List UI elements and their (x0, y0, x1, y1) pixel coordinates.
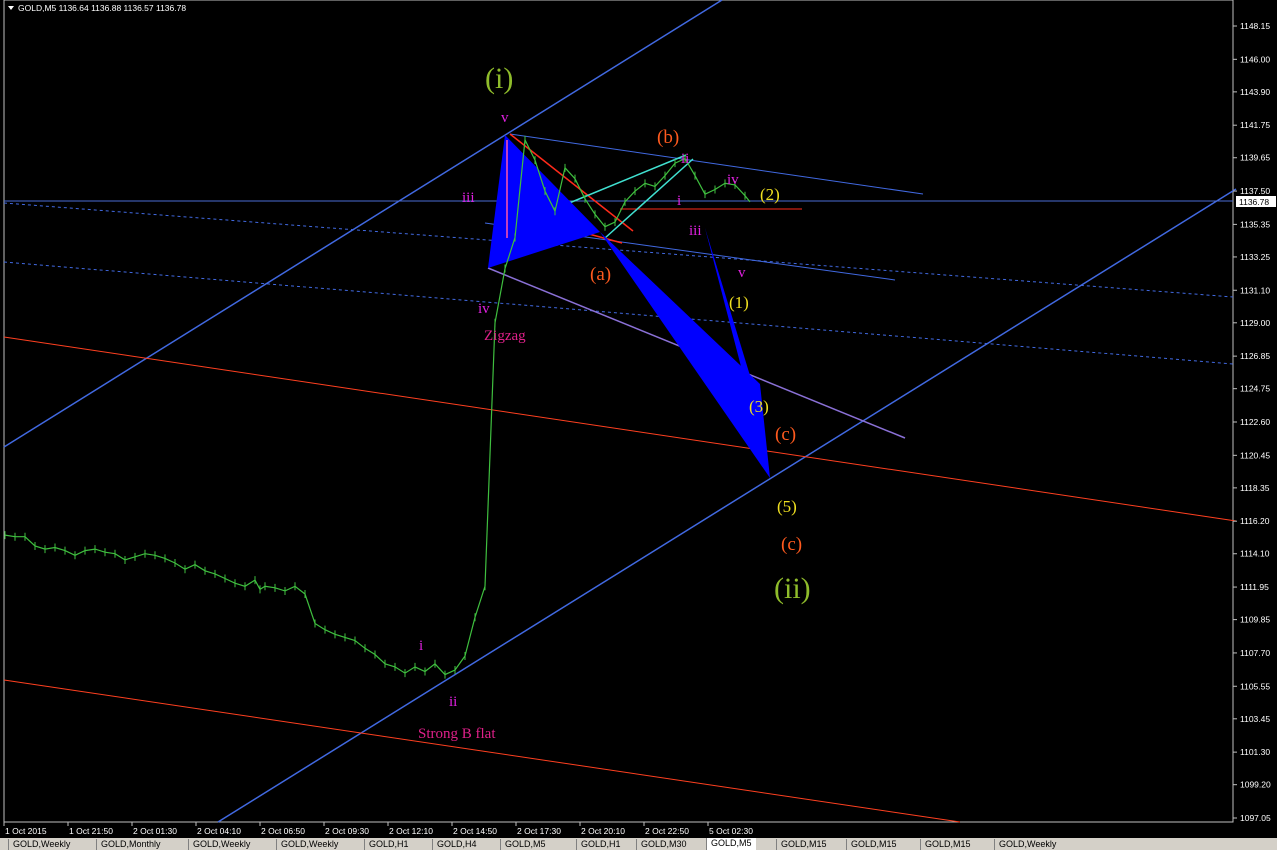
price-tick-label: 1122.60 (1240, 417, 1270, 427)
wave-label-i-major: (i) (485, 62, 513, 95)
price-tick-label: 1120.45 (1240, 450, 1270, 460)
price-tick-label: 1131.10 (1240, 285, 1270, 295)
wave-label-a: (a) (590, 264, 611, 285)
time-tick-label: 2 Oct 04:10 (197, 826, 241, 836)
price-tick-label: 1097.05 (1240, 813, 1271, 823)
price-tick-label: 1109.85 (1240, 615, 1270, 625)
chart-tab[interactable]: GOLD,M15 (776, 839, 831, 850)
price-tick-label: 1141.75 (1240, 120, 1270, 130)
chart-tab[interactable]: GOLD,Weekly (276, 839, 342, 850)
price-tick-label: 1124.75 (1240, 384, 1270, 394)
price-tick-label: 1103.45 (1240, 714, 1270, 724)
chart-tab[interactable]: GOLD,Weekly (8, 839, 74, 850)
price-tick-label: 1148.15 (1240, 21, 1270, 31)
chart-tabs: GOLD,Weekly GOLD,Monthly GOLD,Weekly GOLD,W… (0, 838, 1277, 850)
wave-label-b: (b) (657, 127, 679, 148)
price-tick-label: 1105.55 (1240, 681, 1270, 691)
time-tick-label: 2 Oct 09:30 (325, 826, 369, 836)
price-tick-label: 1099.20 (1240, 780, 1271, 790)
chart-tab[interactable]: GOLD,H4 (432, 839, 481, 850)
label-zigzag: Zigzag (484, 328, 526, 344)
chart-tab[interactable]: GOLD,M15 (920, 839, 975, 850)
label-strong-b-flat: Strong B flat (418, 726, 496, 742)
chart-tab[interactable]: GOLD,H1 (364, 839, 413, 850)
wave-label-c-upper: (c) (775, 424, 796, 445)
chart-tab[interactable]: GOLD,H1 (576, 839, 625, 850)
wave-label-2: (2) (760, 185, 780, 204)
price-tick-label: 1143.90 (1240, 87, 1270, 97)
time-tick-label: 1 Oct 2015 (5, 826, 47, 836)
chart-tab[interactable]: GOLD,M5 (500, 839, 550, 850)
price-tick-label: 1114.10 (1240, 549, 1270, 559)
wave-label-c-lower: (c) (781, 534, 802, 555)
price-tick-label: 1135.35 (1240, 219, 1270, 229)
symbol-header: GOLD,M5 1136.64 1136.88 1136.57 1136.78 (18, 3, 186, 13)
chart-tab[interactable]: GOLD,Weekly (188, 839, 254, 850)
time-tick-label: 2 Oct 17:30 (517, 826, 561, 836)
wave-label-v: v (501, 110, 509, 126)
price-chart[interactable]: 1148.15 1146.00 1143.90 1141.75 1139.65 1137.… (0, 0, 1277, 850)
time-tick-label: 2 Oct 14:50 (453, 826, 497, 836)
wave-label-v-small: v (738, 265, 746, 281)
wave-label-i-bottom: i (419, 638, 423, 654)
time-tick-label: 5 Oct 02:30 (709, 826, 753, 836)
chart-tab[interactable]: GOLD,Weekly (994, 839, 1060, 850)
price-tick-label: 1146.00 (1240, 54, 1270, 64)
wave-label-iv-small: iv (727, 172, 739, 188)
chart-tab[interactable]: GOLD,Monthly (96, 839, 165, 850)
chart-tab[interactable]: GOLD,M15 (846, 839, 901, 850)
time-tick-label: 2 Oct 20:10 (581, 826, 625, 836)
wave-label-ii-major: (ii) (774, 572, 811, 605)
chart-tab[interactable]: GOLD,M5 (706, 838, 756, 850)
price-tick-label: 1129.00 (1240, 318, 1270, 328)
time-tick-label: 2 Oct 01:30 (133, 826, 177, 836)
price-tick-label: 1137.50 (1240, 186, 1270, 196)
time-tick-label: 2 Oct 22:50 (645, 826, 689, 836)
wave-label-iii-small: iii (689, 223, 702, 239)
wave-label-iv: iv (478, 301, 490, 317)
price-tick-label: 1118.35 (1240, 483, 1270, 493)
wave-label-ii-small: ii (681, 151, 689, 167)
time-tick-label: 2 Oct 06:50 (261, 826, 305, 836)
price-tick-label: 1116.20 (1240, 516, 1270, 526)
price-tick-label: 1101.30 (1240, 747, 1270, 757)
price-tick-label: 1139.65 (1240, 153, 1270, 163)
chart-tab[interactable]: GOLD,M30 (636, 839, 691, 850)
time-tick-label: 1 Oct 21:50 (69, 826, 113, 836)
price-tick-label: 1107.70 (1240, 648, 1270, 658)
wave-label-3: (3) (749, 397, 769, 416)
wave-label-ii-bottom: ii (449, 694, 457, 710)
wave-label-i-small: i (677, 193, 681, 209)
wave-label-iii: iii (462, 190, 475, 206)
wave-label-1: (1) (729, 293, 749, 312)
price-tick-label: 1133.25 (1240, 252, 1270, 262)
price-tick-label: 1126.85 (1240, 351, 1270, 361)
time-tick-label: 2 Oct 12:10 (389, 826, 433, 836)
wave-label-5: (5) (777, 497, 797, 516)
current-price-label: 1136.78 (1239, 197, 1269, 207)
price-tick-label: 1111.95 (1240, 582, 1269, 592)
